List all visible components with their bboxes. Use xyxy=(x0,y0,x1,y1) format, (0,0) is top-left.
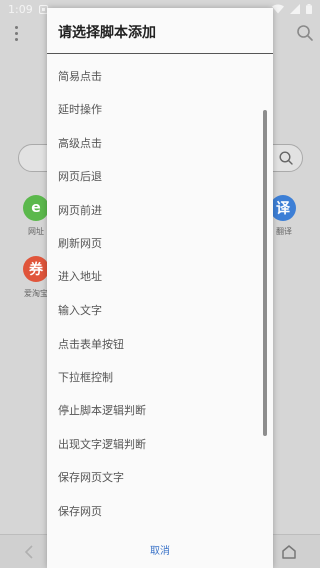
search-icon[interactable] xyxy=(296,24,314,42)
cancel-button[interactable]: 取消 xyxy=(47,536,273,562)
script-select-dialog: 请选择脚本添加 简易点击 延时操作 高级点击 网页后退 网页前进 刷新网页 进入… xyxy=(47,8,273,568)
back-arrow-icon[interactable] xyxy=(20,543,38,561)
search-bar-icon[interactable] xyxy=(278,150,294,166)
script-item-stop-logic[interactable]: 停止脚本逻辑判断 xyxy=(47,393,261,426)
script-item-dropdown-control[interactable]: 下拉框控制 xyxy=(47,360,261,393)
script-item-simple-click[interactable]: 简易点击 xyxy=(47,59,261,92)
web-address-app-glyph: e xyxy=(31,200,41,216)
status-time: 1:09 xyxy=(8,2,33,16)
script-item-input-text[interactable]: 输入文字 xyxy=(47,293,261,326)
translate-app-glyph: 译 xyxy=(276,201,290,217)
translate-app-icon[interactable]: 译 xyxy=(270,195,296,221)
script-item-save-page[interactable]: 保存网页 xyxy=(47,494,261,527)
taobao-app-icon[interactable]: 券 xyxy=(23,256,49,282)
script-item-page-back[interactable]: 网页后退 xyxy=(47,159,261,192)
dialog-title: 请选择脚本添加 xyxy=(58,25,156,41)
list-scrollbar[interactable] xyxy=(263,110,267,436)
taobao-app-glyph: 券 xyxy=(29,262,43,278)
signal-icon xyxy=(290,4,300,14)
script-item-delay[interactable]: 延时操作 xyxy=(47,92,261,125)
wifi-icon xyxy=(272,4,284,14)
script-list[interactable]: 简易点击 延时操作 高级点击 网页后退 网页前进 刷新网页 进入地址 输入文字 … xyxy=(47,54,273,534)
script-item-advanced-click[interactable]: 高级点击 xyxy=(47,126,261,159)
script-item-refresh[interactable]: 刷新网页 xyxy=(47,226,261,259)
script-item-page-forward[interactable]: 网页前进 xyxy=(47,193,261,226)
script-item-click-form-button[interactable]: 点击表单按钮 xyxy=(47,327,261,360)
script-item-save-page-text[interactable]: 保存网页文字 xyxy=(47,460,261,493)
battery-icon xyxy=(306,4,312,14)
web-address-app-icon[interactable]: e xyxy=(23,195,49,221)
script-item-enter-url[interactable]: 进入地址 xyxy=(47,259,261,292)
more-menu-icon[interactable] xyxy=(8,24,24,42)
home-icon[interactable] xyxy=(280,543,298,561)
script-item-text-appear-logic[interactable]: 出现文字逻辑判断 xyxy=(47,427,261,460)
